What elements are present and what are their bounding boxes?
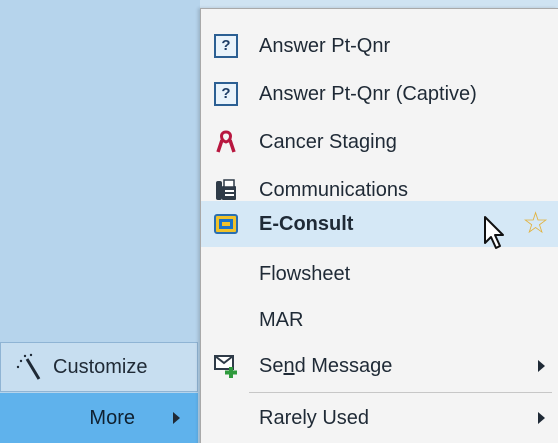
- fax-icon: [213, 177, 239, 203]
- menu-separator: [249, 392, 552, 393]
- menu-item-send-message[interactable]: Send Message: [201, 343, 558, 389]
- menu-item-label: E-Consult: [259, 213, 354, 235]
- menu-item-mar[interactable]: MAR: [201, 297, 558, 343]
- menu-item-label: Answer Pt-Qnr (Captive): [259, 83, 477, 105]
- menu-item-label: MAR: [259, 309, 304, 331]
- send-message-icon: [213, 353, 239, 379]
- submenu-arrow-icon: [538, 360, 545, 372]
- menu-item-flowsheet[interactable]: Flowsheet: [201, 251, 558, 297]
- menu-item-cancer-staging[interactable]: Cancer Staging: [201, 119, 558, 165]
- menu-item-e-consult[interactable]: E-Consult ☆: [201, 201, 558, 249]
- activity-sidebar: Customize More: [0, 0, 200, 443]
- menu-item-label: Send Message: [259, 355, 393, 377]
- more-label: More: [89, 406, 135, 429]
- customize-label: Customize: [53, 355, 148, 378]
- questionnaire-icon: ?: [213, 33, 239, 59]
- chevron-right-icon: [173, 412, 180, 424]
- submenu-arrow-icon: [538, 412, 545, 424]
- menu-item-answer-pt-qnr-captive[interactable]: ? Answer Pt-Qnr (Captive): [201, 71, 558, 117]
- econsult-phone-icon: [213, 211, 239, 237]
- cancer-ribbon-icon: [213, 129, 239, 155]
- mouse-cursor-icon: [484, 216, 504, 249]
- menu-item-label: Rarely Used: [259, 407, 370, 429]
- menu-item-label: Communications: [259, 179, 408, 201]
- menu-item-rarely-used[interactable]: Rarely Used: [201, 395, 558, 441]
- favorite-star-icon[interactable]: ☆: [522, 206, 549, 241]
- questionnaire-icon: ?: [213, 81, 239, 107]
- menu-item-answer-pt-qnr[interactable]: ? Answer Pt-Qnr: [201, 23, 558, 69]
- menu-item-label: Answer Pt-Qnr: [259, 35, 391, 57]
- menu-item-label: Flowsheet: [259, 263, 351, 285]
- magic-wand-icon: [16, 353, 41, 380]
- customize-button[interactable]: Customize: [0, 342, 198, 392]
- menu-item-label: Cancer Staging: [259, 131, 397, 153]
- more-button[interactable]: More: [0, 393, 198, 443]
- more-activities-menu: ? Answer Pt-Qnr ? Answer Pt-Qnr (Captive…: [200, 8, 558, 443]
